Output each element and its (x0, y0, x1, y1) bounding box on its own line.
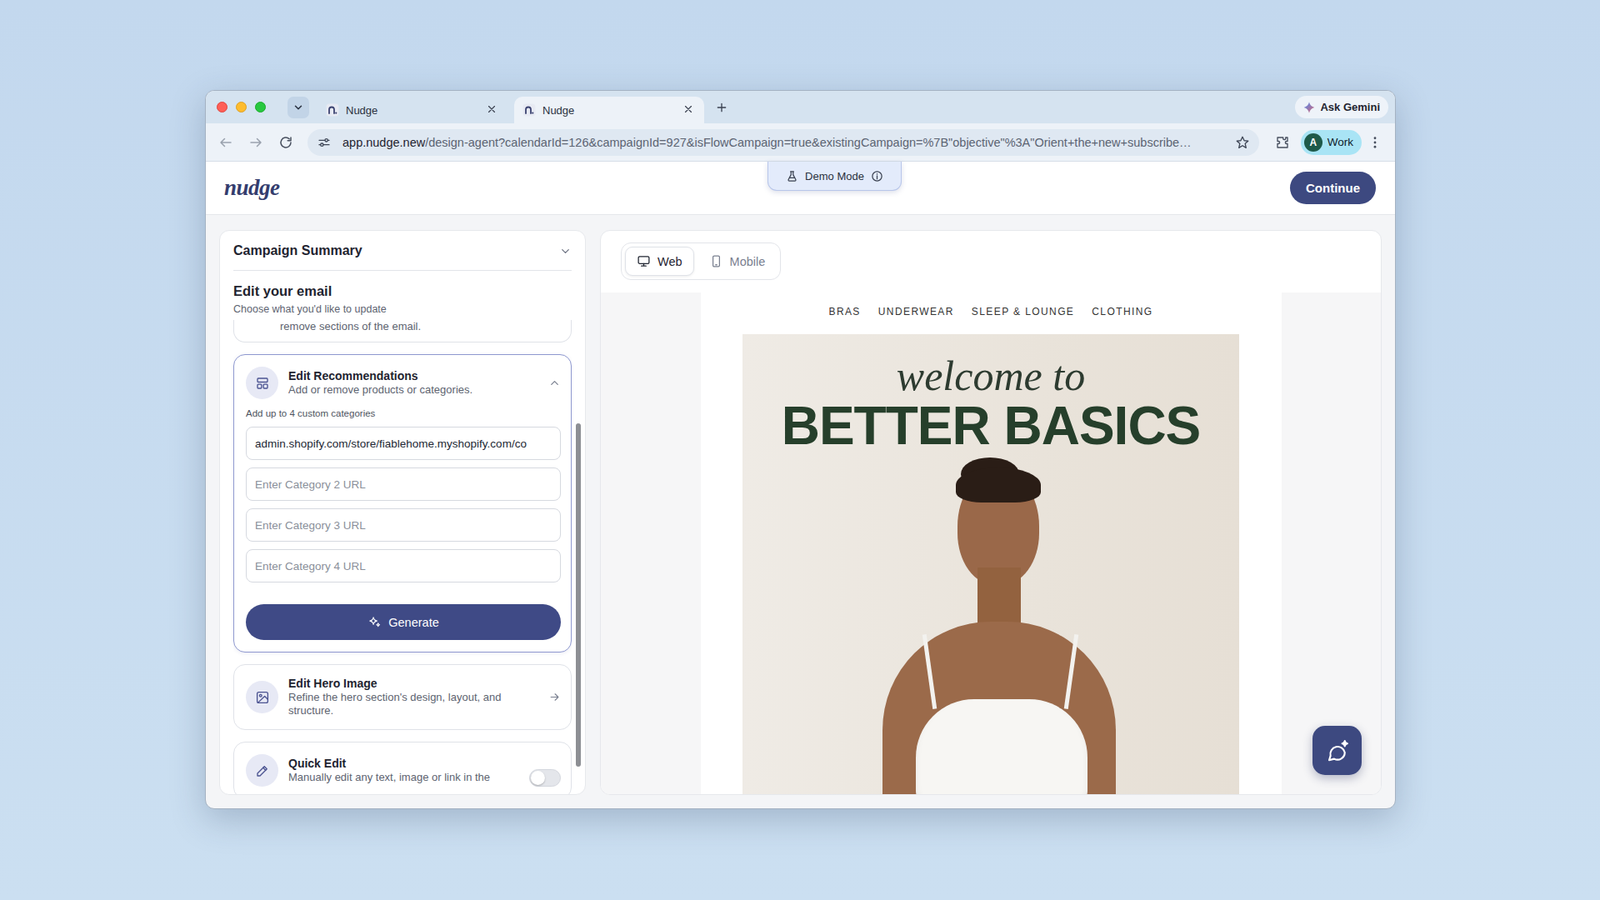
hero-image: welcome to BETTER BASICS (742, 334, 1240, 795)
workspace: Campaign Summary Edit your email Choose … (205, 215, 1395, 809)
browser-tab[interactable]: Nudge (514, 96, 705, 124)
preview-panel: Web Mobile BRAS UNDERWEAR SLEEP & LOUNGE CLO… (600, 230, 1382, 795)
category-url-input[interactable] (245, 467, 561, 501)
quick-edit-card[interactable]: Quick EditManually edit any text, image … (233, 741, 572, 795)
browser-toolbar: app.nudge.new/design-agent?calendarId=12… (205, 123, 1395, 162)
view-switcher: Web Mobile (620, 242, 781, 280)
email-nav-link[interactable]: SLEEP & LOUNGE (971, 305, 1075, 318)
categories-hint: Add up to 4 custom categories (245, 407, 561, 420)
browser-window: Nudge Nudge Ask Gemini app.nudge.new/desi… (205, 90, 1396, 810)
tab-search-icon[interactable] (287, 96, 310, 119)
close-window-button[interactable] (216, 101, 228, 113)
layout-grid-icon (245, 366, 279, 400)
site-settings-icon[interactable] (314, 132, 335, 153)
ask-gemini-button[interactable]: Ask Gemini (1295, 95, 1389, 119)
nudge-favicon-icon (522, 103, 536, 117)
view-tab[interactable]: Mobile (697, 246, 778, 276)
close-tab-icon[interactable] (682, 103, 696, 117)
email-nav-link[interactable]: CLOTHING (1091, 305, 1153, 318)
tab-label: Nudge (345, 104, 480, 117)
chevron-up-icon[interactable] (548, 376, 561, 390)
campaign-summary-header[interactable]: Campaign Summary (233, 230, 572, 271)
generate-label: Generate (388, 615, 439, 630)
menu-dots-icon[interactable] (1361, 129, 1389, 156)
url-path: /design-agent?calendarId=126&campaignId=… (425, 135, 1191, 150)
hero-kicker: welcome to (896, 352, 1085, 400)
phone-icon (709, 254, 724, 269)
window-controls (216, 101, 266, 113)
email-nav: BRAS UNDERWEAR SLEEP & LOUNGE CLOTHING (829, 292, 1154, 335)
extensions-puzzle-icon[interactable] (1269, 129, 1296, 156)
category-url-input[interactable] (245, 549, 561, 583)
new-tab-icon[interactable] (710, 96, 733, 119)
chevron-down-icon[interactable] (559, 245, 572, 258)
email-nav-link[interactable]: UNDERWEAR (878, 305, 955, 318)
reload-icon[interactable] (272, 129, 300, 156)
nudge-favicon-icon (325, 103, 340, 117)
profile-label: Work (1327, 135, 1354, 149)
tab-strip: Nudge Nudge Ask Gemini (205, 90, 1395, 124)
back-arrow-icon[interactable] (212, 129, 240, 156)
email-nav-link[interactable]: BRAS (829, 305, 861, 318)
zoom-window-button[interactable] (255, 101, 266, 113)
app: nudge Continue Demo Mode Campaign Summar… (205, 161, 1395, 809)
tab-list: Nudge Nudge (317, 96, 705, 124)
forward-arrow-icon[interactable] (242, 129, 270, 156)
pencil-icon (245, 754, 279, 787)
email-preview: BRAS UNDERWEAR SLEEP & LOUNGE CLOTHING welc… (600, 292, 1381, 795)
demo-mode-label: Demo Mode (805, 170, 865, 183)
card-description: Add or remove products or categories. (288, 383, 539, 397)
remove-sections-card[interactable]: remove sections of the email. (233, 320, 572, 343)
bookmark-star-icon[interactable] (1232, 132, 1253, 153)
close-tab-icon[interactable] (485, 103, 500, 117)
image-icon (245, 680, 279, 714)
edit-email-heading: Edit your email (233, 282, 572, 300)
nudge-logo[interactable]: nudge (224, 175, 280, 201)
continue-button[interactable]: Continue (1290, 171, 1376, 205)
demo-mode-badge: Demo Mode (767, 161, 902, 191)
generate-button[interactable]: Generate (245, 604, 561, 640)
category-url-input[interactable] (245, 426, 561, 460)
profile-button[interactable]: A Work (1300, 130, 1362, 155)
card-title: Edit Hero Image (288, 676, 539, 691)
edit-hero-image-card[interactable]: Edit Hero ImageRefine the hero section's… (233, 664, 572, 730)
info-icon[interactable] (870, 170, 884, 183)
edit-recommendations-card[interactable]: Edit RecommendationsAdd or remove produc… (233, 354, 572, 653)
card-title: Quick Edit (288, 756, 520, 771)
url-host: app.nudge.new (342, 135, 425, 150)
profile-avatar: A (1304, 133, 1323, 152)
view-label: Mobile (730, 255, 766, 269)
monitor-icon (636, 254, 651, 269)
scrollbar-thumb[interactable] (575, 423, 581, 767)
card-description: Refine the hero section's design, layout… (288, 690, 539, 718)
email-body: BRAS UNDERWEAR SLEEP & LOUNGE CLOTHING welc… (700, 292, 1282, 795)
gemini-sparkle-icon (1303, 101, 1315, 114)
category-url-input[interactable] (245, 508, 561, 542)
hero-title: BETTER BASICS (781, 399, 1201, 453)
edit-options-list: remove sections of the email. Edit Recomm… (233, 315, 572, 795)
ask-gemini-label: Ask Gemini (1320, 100, 1380, 114)
view-tab[interactable]: Web (625, 246, 695, 276)
view-label: Web (657, 255, 683, 269)
card-description: remove sections of the email. (280, 320, 560, 334)
edit-email-subheading: Choose what you'd like to update (233, 302, 572, 316)
minimize-window-button[interactable] (235, 101, 247, 113)
sparkle-icon (367, 615, 382, 630)
card-description: Manually edit any text, image or link in… (288, 770, 520, 785)
chat-assistant-icon[interactable] (1312, 725, 1362, 775)
flask-icon (785, 170, 799, 183)
card-title: Edit Recommendations (288, 369, 539, 384)
edit-panel: Campaign Summary Edit your email Choose … (219, 230, 586, 795)
arrow-right-icon[interactable] (548, 690, 561, 704)
campaign-summary-title: Campaign Summary (233, 243, 560, 259)
browser-tab[interactable]: Nudge (317, 96, 508, 124)
quick-edit-toggle[interactable] (529, 769, 561, 787)
address-bar[interactable]: app.nudge.new/design-agent?calendarId=12… (307, 129, 1260, 156)
tab-label: Nudge (542, 104, 676, 117)
url-text: app.nudge.new/design-agent?calendarId=12… (342, 135, 1225, 150)
